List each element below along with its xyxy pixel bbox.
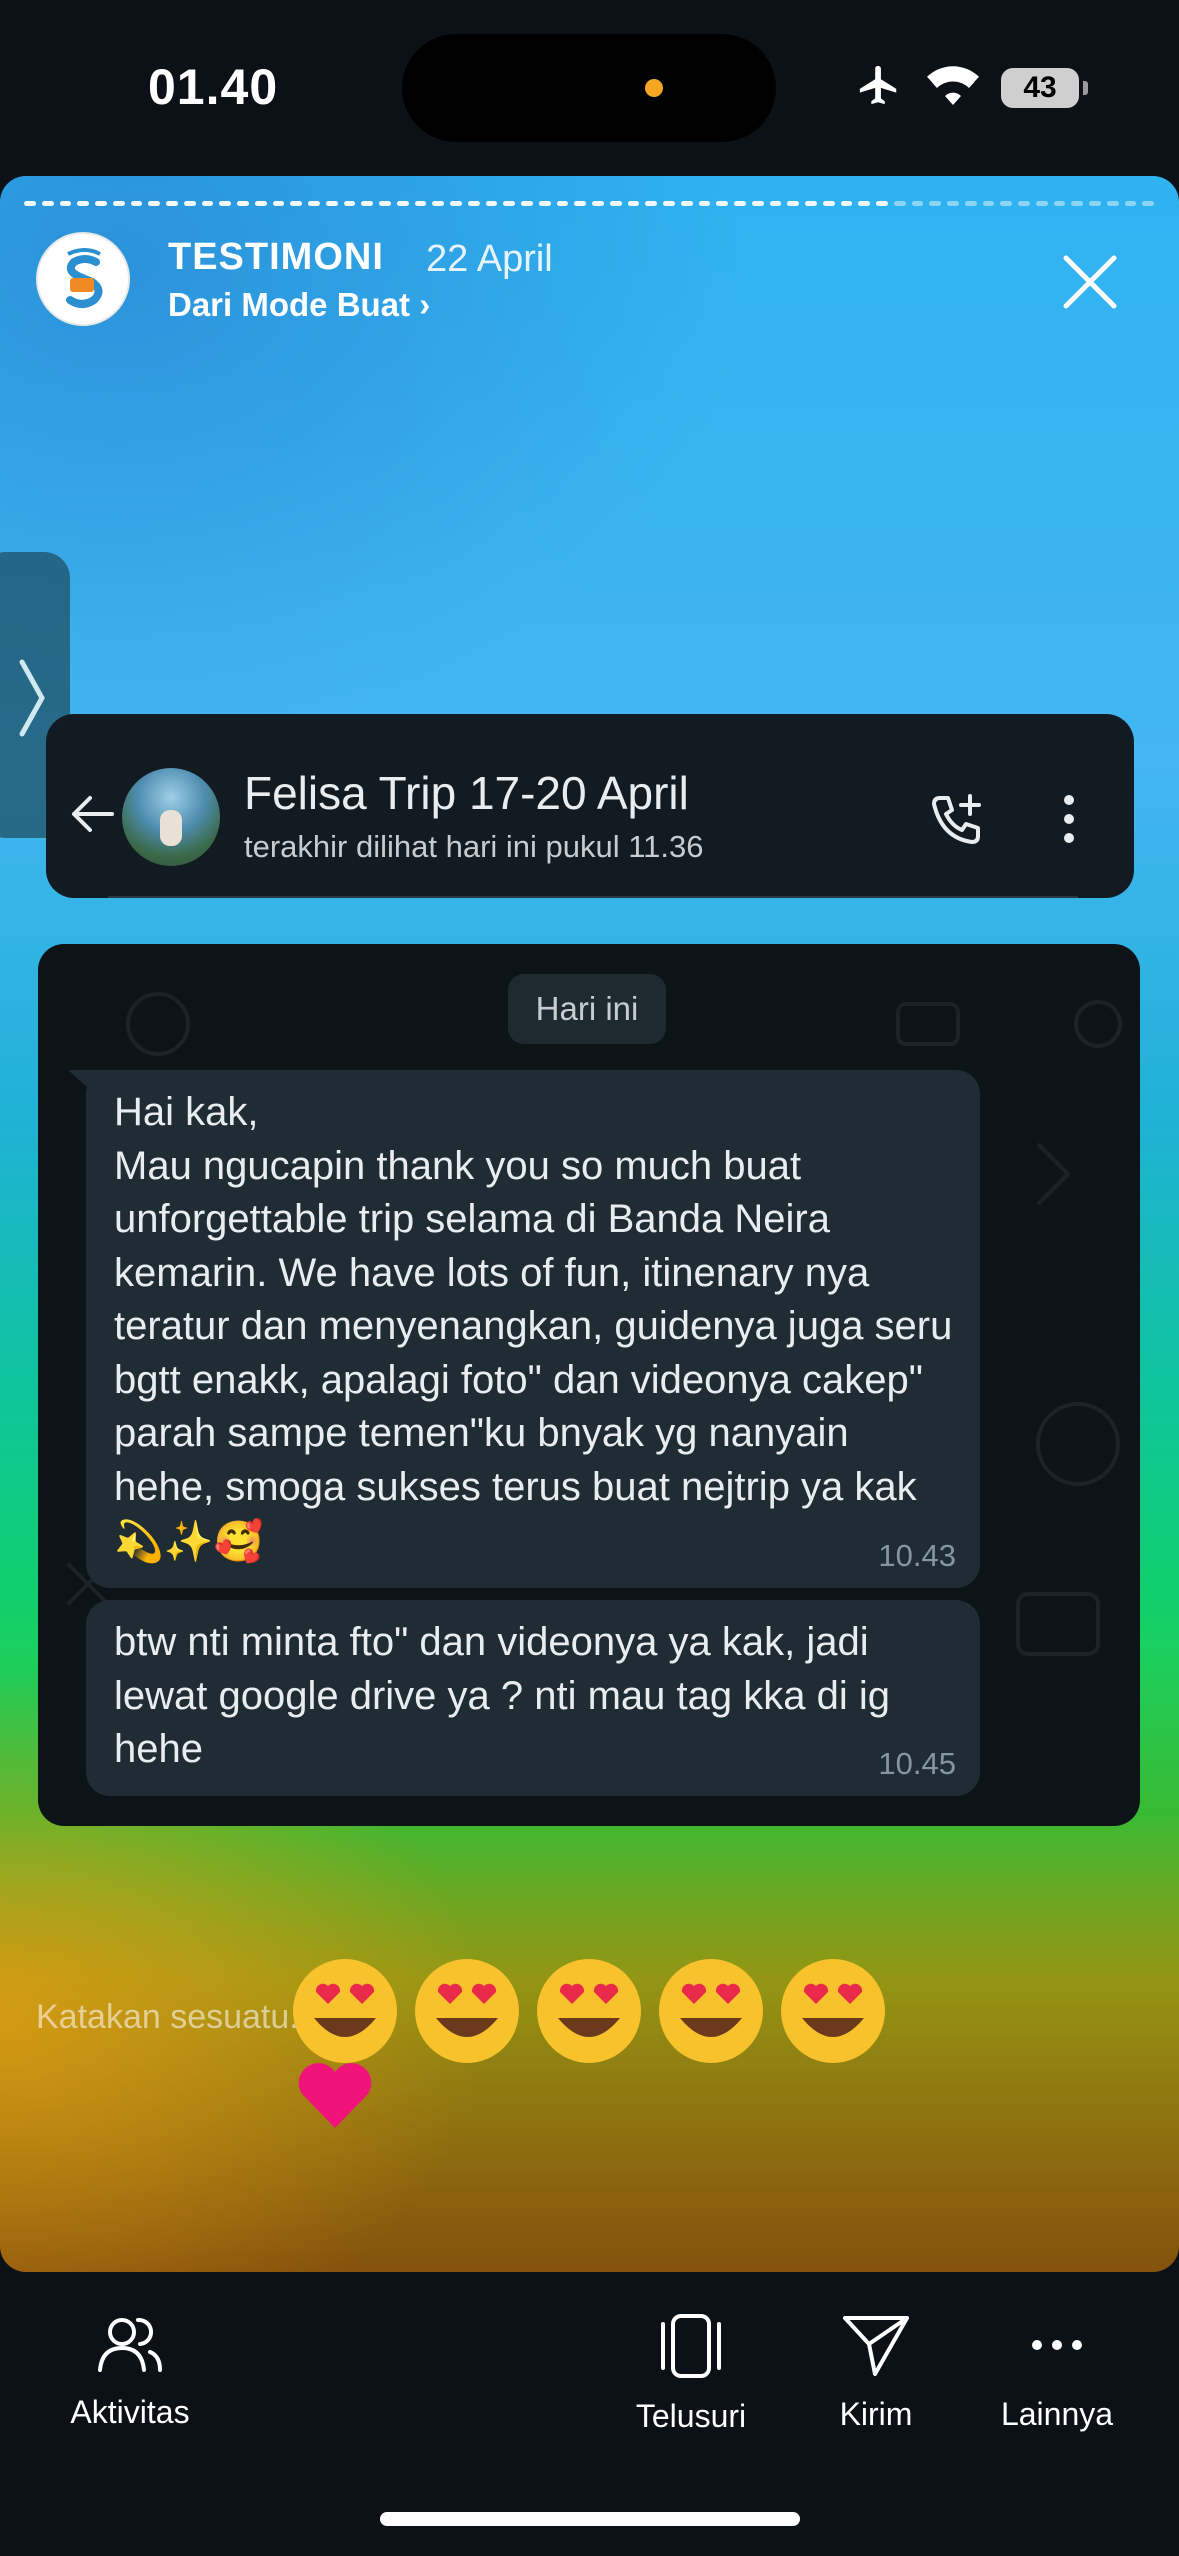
- close-icon[interactable]: [1058, 250, 1122, 314]
- airplane-icon: [853, 62, 905, 113]
- recording-indicator: [645, 79, 663, 97]
- profile-avatar[interactable]: [36, 232, 130, 326]
- chevron-right-icon: [19, 659, 45, 737]
- message-text: btw nti minta fto" dan videonya ya kak, …: [114, 1620, 902, 1771]
- send-button[interactable]: Kirim: [830, 2312, 922, 2433]
- reply-input[interactable]: Katakan sesuatu...: [36, 1998, 318, 2037]
- people-icon: [98, 2317, 162, 2372]
- message-text: Hai kak, Mau ngucapin thank you so much …: [114, 1090, 953, 1509]
- send-label: Kirim: [839, 2396, 913, 2432]
- status-icons: 43: [853, 62, 1088, 113]
- back-arrow-icon: [72, 796, 114, 832]
- story-date: 22 April: [426, 238, 553, 280]
- heart-eyes-emoji-icon: [781, 1959, 885, 2063]
- contact-last-seen: terakhir dilihat hari ini pukul 11.36: [244, 829, 704, 864]
- chat-header-screenshot: Felisa Trip 17-20 April terakhir dilihat…: [46, 714, 1134, 898]
- story-header: TESTIMONI 22 April Dari Mode Buat ›: [36, 232, 1146, 336]
- status-bar: 01.40 43: [0, 0, 1179, 176]
- more-horizontal-icon: [1032, 2340, 1082, 2350]
- home-indicator[interactable]: [380, 2512, 800, 2526]
- battery-indicator: 43: [1001, 67, 1088, 108]
- browse-label: Telusuri: [635, 2398, 747, 2434]
- chat-screenshot: Hari ini Hai kak, Mau ngucapin thank you…: [38, 944, 1140, 1826]
- more-label: Lainnya: [1000, 2396, 1114, 2432]
- date-divider: Hari ini: [508, 974, 666, 1044]
- brand-logo-icon: [66, 248, 103, 308]
- dynamic-island: [402, 34, 776, 142]
- story-source-link[interactable]: Dari Mode Buat ›: [168, 286, 430, 324]
- chat-message: Hai kak, Mau ngucapin thank you so much …: [68, 1070, 980, 1588]
- chat-message: btw nti minta fto" dan videonya ya kak, …: [86, 1600, 980, 1796]
- message-time: 10.45: [878, 1746, 956, 1781]
- heart-eyes-emoji-icon: [537, 1959, 641, 2063]
- story-progress: [24, 201, 1154, 207]
- activity-label: Aktivitas: [70, 2394, 190, 2430]
- story-title: TESTIMONI: [168, 236, 384, 278]
- heart-icon: [298, 2063, 372, 2128]
- send-icon: [843, 2316, 909, 2376]
- heart-eyes-emoji-icon: [415, 1959, 519, 2063]
- contact-avatar: [122, 768, 220, 866]
- contact-name: Felisa Trip 17-20 April: [244, 767, 689, 819]
- message-time: 10.43: [878, 1538, 956, 1573]
- activity-button[interactable]: Aktivitas: [60, 2312, 200, 2431]
- heart-eyes-emoji-icon: [293, 1959, 397, 2063]
- heart-eyes-emoji-icon: [659, 1959, 763, 2063]
- clock: 01.40: [148, 59, 279, 115]
- more-button[interactable]: Lainnya: [992, 2312, 1122, 2433]
- divider: [108, 896, 1078, 898]
- reaction-stickers: [290, 1782, 910, 1892]
- browse-button[interactable]: Telusuri: [628, 2312, 754, 2435]
- message-emojis: 💫✨🥰: [114, 1519, 264, 1564]
- more-vertical-icon: [1064, 795, 1074, 843]
- wifi-icon: [927, 65, 979, 110]
- card-stack-icon: [661, 2314, 721, 2378]
- add-call-icon: [932, 794, 981, 844]
- bubble-tail: [68, 1070, 108, 1106]
